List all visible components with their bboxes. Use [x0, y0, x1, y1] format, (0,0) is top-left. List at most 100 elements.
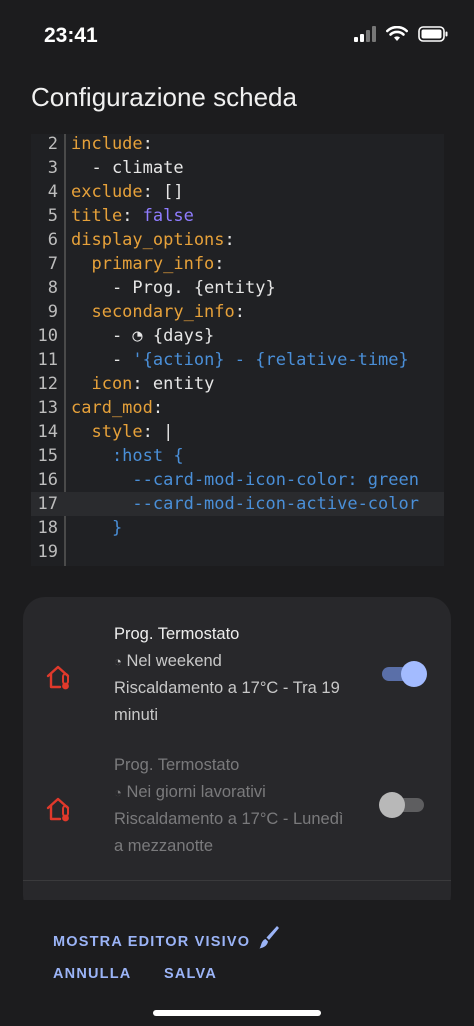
save-button[interactable]: SALVA — [164, 966, 217, 982]
code-token: display_options — [71, 230, 225, 250]
code-token: - — [71, 350, 133, 370]
code-token: - Prog. {entity} — [71, 278, 276, 298]
dialog-actions: MOSTRA EDITOR VISIVO ANNULLA SALVA — [0, 900, 474, 1026]
code-token: secondary_info — [71, 302, 235, 322]
code-token: --card-mod-icon-active-color — [71, 494, 419, 514]
code-token: : — [142, 134, 153, 154]
code-line[interactable]: 4 exclude: [] — [31, 180, 444, 204]
code-token: : | — [142, 422, 174, 442]
clock-quarter-icon: ◔ — [114, 784, 122, 800]
code-token: - climate — [71, 158, 184, 178]
code-token: primary_info — [71, 254, 215, 274]
code-token: - ◔ {days} — [71, 326, 215, 346]
line-number: 6 — [47, 230, 58, 250]
code-line[interactable]: 16 --card-mod-icon-color: green — [31, 468, 444, 492]
home-thermometer-icon — [45, 663, 73, 696]
code-text: - ◔ {days} — [71, 324, 214, 348]
code-line[interactable]: 15 :host { — [31, 444, 444, 468]
code-token: false — [142, 206, 194, 226]
code-text: primary_info: — [71, 252, 225, 276]
home-indicator — [153, 1010, 321, 1016]
entity-primary: Prog. Termostato — [114, 625, 240, 643]
code-line[interactable]: 11 - '{action} - {relative-time} — [31, 348, 444, 372]
entity-row[interactable]: Prog. Termostato ◔ Nel weekend Riscaldam… — [23, 621, 451, 731]
line-number: 12 — [37, 374, 58, 394]
code-token: icon — [71, 374, 133, 394]
code-line[interactable]: 19 — [31, 540, 444, 564]
code-line[interactable]: 18 } — [31, 516, 444, 540]
entity-primary: Prog. Termostato — [114, 756, 240, 774]
line-number: 2 — [47, 134, 58, 154]
code-line[interactable]: 5 title: false — [31, 204, 444, 228]
code-text: --card-mod-icon-color: green — [71, 468, 419, 492]
cancel-button[interactable]: ANNULLA — [53, 966, 131, 982]
line-number: 18 — [37, 518, 58, 538]
entity-secondary-cont: minuti — [114, 705, 159, 724]
entity-toggle-off[interactable] — [379, 792, 427, 818]
entity-row[interactable]: Prog. Termostato ◔ Nei giorni lavorativi… — [23, 752, 451, 862]
code-text: :host { — [71, 444, 184, 468]
code-text: exclude: [] — [71, 180, 184, 204]
line-number: 14 — [37, 422, 58, 442]
code-text: title: false — [71, 204, 194, 228]
code-token: : [] — [142, 182, 184, 202]
line-number: 10 — [37, 326, 58, 346]
status-icons — [354, 25, 448, 47]
code-token: --card-mod-icon-color: green — [71, 470, 419, 490]
code-line[interactable]: 13 card_mod: — [31, 396, 444, 420]
line-number: 9 — [47, 302, 58, 322]
code-text: include: — [71, 134, 153, 156]
code-line[interactable]: 12 icon: entity — [31, 372, 444, 396]
entity-days: ◔ Nel weekend — [114, 651, 222, 670]
code-text: - '{action} - {relative-time} — [71, 348, 409, 372]
line-number: 4 — [47, 182, 58, 202]
line-number: 11 — [37, 350, 58, 370]
status-bar: 23:41 — [0, 0, 474, 70]
code-token: : — [214, 254, 225, 274]
line-number: 5 — [47, 206, 58, 226]
code-token: style — [71, 422, 143, 442]
code-line[interactable]: 14 style: | — [31, 420, 444, 444]
status-time: 23:41 — [44, 24, 98, 47]
line-number: 19 — [37, 542, 58, 562]
home-thermometer-icon — [45, 795, 73, 828]
code-token: : — [152, 398, 164, 418]
code-text: display_options: — [71, 228, 235, 252]
code-token: : entity — [132, 374, 215, 394]
code-line[interactable]: 17 --card-mod-icon-active-color — [31, 492, 444, 516]
card-divider — [23, 880, 451, 881]
code-token: :host { — [71, 446, 184, 466]
line-number: 8 — [47, 278, 58, 298]
line-number: 7 — [47, 254, 58, 274]
entity-secondary: Riscaldamento a 17°C - Tra 19 — [114, 679, 340, 697]
code-text: - Prog. {entity} — [71, 276, 276, 300]
code-token: } — [71, 518, 123, 538]
code-text: - climate — [71, 156, 184, 180]
entity-toggle-on[interactable] — [379, 661, 427, 687]
code-line[interactable]: 7 primary_info: — [31, 252, 444, 276]
code-text: card_mod: — [71, 396, 163, 420]
code-text: secondary_info: — [71, 300, 245, 324]
code-line[interactable]: 9 secondary_info: — [31, 300, 444, 324]
code-line[interactable]: 2 include: — [31, 134, 444, 156]
show-visual-editor-button[interactable]: MOSTRA EDITOR VISIVO — [53, 920, 280, 950]
yaml-code-editor[interactable]: 2 include: 3 - climate 4 exclude: [] 5 title: … — [31, 134, 444, 566]
page-title: Configurazione scheda — [31, 82, 297, 112]
code-line[interactable]: 6 display_options: — [31, 228, 444, 252]
code-token: '{action} - {relative-time} — [132, 350, 409, 370]
code-token: title — [71, 206, 123, 226]
code-line[interactable]: 3 - climate — [31, 156, 444, 180]
entity-secondary: Riscaldamento a 17°C - Lunedì — [114, 810, 344, 828]
code-line[interactable]: 10 - ◔ {days} — [31, 324, 444, 348]
code-line[interactable]: 8 - Prog. {entity} — [31, 276, 444, 300]
code-text: } — [71, 516, 122, 540]
paintbrush-icon — [258, 926, 280, 954]
line-number: 3 — [47, 158, 58, 178]
code-token: : — [234, 302, 246, 322]
line-number: 13 — [37, 398, 58, 418]
code-token: include — [71, 134, 143, 154]
entity-secondary-cont: a mezzanotte — [114, 836, 214, 855]
code-token: exclude — [71, 182, 143, 202]
cellular-signal-icon — [354, 26, 376, 47]
entities-preview-card: Prog. Termostato ◔ Nel weekend Riscaldam… — [23, 597, 451, 917]
